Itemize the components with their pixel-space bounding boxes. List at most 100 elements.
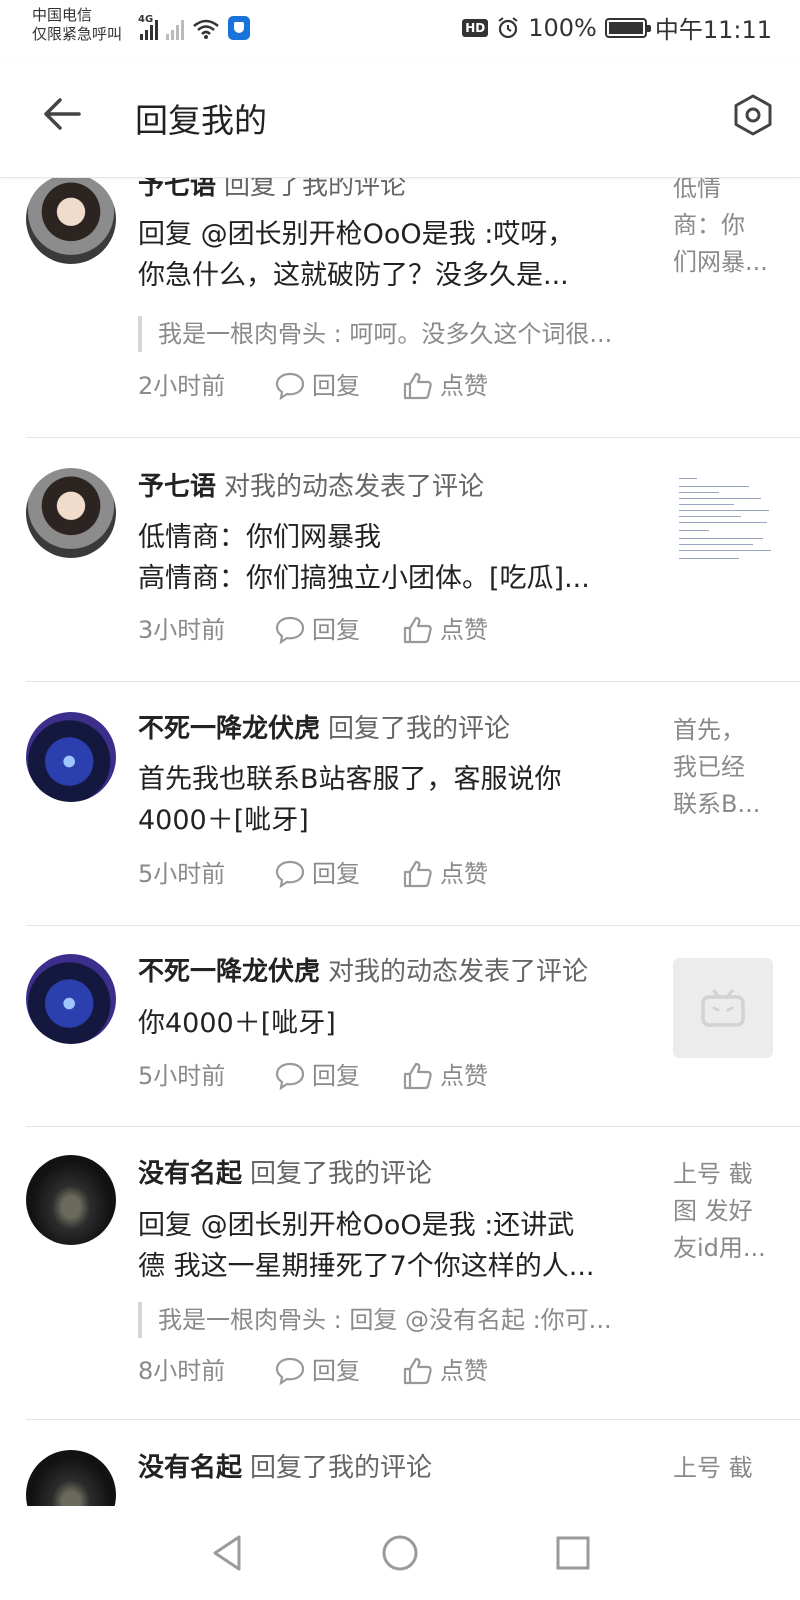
action-text: 对我的动态发表了评论 [328,957,589,987]
thumbs-up-icon [403,372,432,400]
comment-meta: 5小时前 回复 点赞 [138,856,488,892]
notification-header: 没有名起 回复了我的评论 [138,1156,432,1192]
username[interactable]: 不死一降龙伏虎 [138,714,320,744]
thumbs-up-icon [403,860,432,888]
avatar[interactable] [26,712,116,802]
alarm-icon [498,16,518,38]
notification-header: 予七语 回复了我的评论 [138,178,406,204]
security-shield-icon [228,16,250,40]
battery-icon [604,17,651,38]
emergency-only-label: 仅限紧急呼叫 [32,25,123,43]
page-title: 回复我的 [135,101,267,140]
quoted-comment: 我是一根肉骨头 : 呵呵。没多久这个词很... [138,316,656,352]
timestamp: 5小时前 [138,860,226,888]
action-text: 回复了我的评论 [250,1453,433,1483]
reply-button[interactable]: 回复 [274,368,360,404]
carrier-name: 中国电信 [32,6,93,24]
clock: 中午11:11 [654,16,772,44]
reply-button[interactable]: 回复 [274,1058,360,1094]
action-text: 回复了我的评论 [250,1159,433,1189]
like-button[interactable]: 点赞 [402,1353,488,1389]
reply-button[interactable]: 回复 [274,612,360,648]
comment-content[interactable]: 低情商：你们网暴我 高情商：你们搞独立小团体。[吃瓜]... [138,517,656,599]
thumbs-up-icon [403,1062,432,1090]
username[interactable]: 予七语 [138,472,216,502]
comment-content[interactable]: 首先我也联系B站客服了，客服说你 4000＋[呲牙] [138,759,656,841]
battery-percent: 100% [528,13,597,42]
comment-icon [275,372,305,401]
bilibili-tv-icon [701,989,745,1027]
wifi-icon [193,19,219,39]
network-type-label: 4G [138,14,154,25]
action-text: 回复了我的评论 [328,714,511,744]
nav-recents-button[interactable] [543,1523,603,1583]
reply-button[interactable]: 回复 [274,1353,360,1389]
action-text: 回复了我的评论 [224,178,407,201]
comment-meta: 5小时前 回复 点赞 [138,1058,488,1094]
like-button[interactable]: 点赞 [402,1058,488,1094]
like-button[interactable]: 点赞 [402,368,488,404]
notification-header: 没有名起 回复了我的评论 [138,1450,432,1486]
avatar[interactable] [26,178,116,264]
thumbs-up-icon [403,616,432,644]
settings-button[interactable] [728,90,778,140]
comment-icon [275,860,305,889]
notification-header: 予七语 对我的动态发表了评论 [138,469,484,505]
nav-back-button[interactable] [197,1523,257,1583]
like-button[interactable]: 点赞 [402,612,488,648]
username[interactable]: 没有名起 [138,1453,242,1483]
like-button[interactable]: 点赞 [402,856,488,892]
reply-list: 予七语 回复了我的评论 回复 @团长别开枪OoO是我 :哎呀， 你急什么，这就破防… [0,178,800,1506]
nav-recents-square-icon [556,1536,590,1570]
username[interactable]: 没有名起 [138,1159,242,1189]
post-thumbnail-placeholder[interactable] [673,958,773,1058]
comment-icon [275,1062,305,1091]
avatar[interactable] [26,1450,116,1506]
status-right: HD 100% 中午11:11 [462,10,772,45]
settings-hex-icon [734,94,772,136]
source-comment-preview[interactable]: 上号 截 图 发好 友id用... [673,1156,769,1267]
comment-content[interactable]: 回复 @团长别开枪OoO是我 :哎呀， 你急什么，这就破防了？没多久是... [138,214,656,296]
avatar[interactable] [26,468,116,558]
timestamp: 2小时前 [138,372,226,400]
thumbs-up-icon [403,1357,432,1385]
source-comment-preview[interactable]: 上号 截 [673,1450,769,1487]
carrier-info: 中国电信 仅限紧急呼叫 [32,6,122,44]
reply-button[interactable]: 回复 [274,856,360,892]
status-bar: 中国电信 仅限紧急呼叫 4G HD 100% 中午11:11 [0,0,800,52]
avatar[interactable] [26,1155,116,1245]
username[interactable]: 予七语 [138,178,216,201]
action-text: 对我的动态发表了评论 [224,472,485,502]
list-item[interactable]: 没有名起 回复了我的评论 回复 @团长别开枪OoO是我 :还讲武 德 我这一星期捶… [0,1127,800,1419]
no-signal-icon [166,18,184,40]
source-comment-preview[interactable]: 低情 商：你 们网暴... [673,178,769,281]
hd-badge: HD [462,18,489,37]
list-item[interactable]: 予七语 回复了我的评论 回复 @团长别开枪OoO是我 :哎呀， 你急什么，这就破防… [0,178,800,438]
notification-header: 不死一降龙伏虎 对我的动态发表了评论 [138,954,588,990]
system-navigation-bar [0,1506,800,1600]
quoted-comment: 我是一根肉骨头 : 回复 @没有名起 :你可... [138,1302,656,1338]
list-item[interactable]: 不死一降龙伏虎 回复了我的评论 首先我也联系B站客服了，客服说你 4000＋[呲牙… [0,682,800,925]
comment-meta: 8小时前 回复 点赞 [138,1353,488,1389]
comment-meta: 3小时前 回复 点赞 [138,612,488,648]
nav-back-triangle-icon [213,1535,241,1571]
cellular-signal-icon: 4G [138,14,158,40]
signal-icons: 4G [138,12,250,40]
post-screenshot-thumbnail[interactable] [673,468,773,568]
comment-icon [275,1357,305,1386]
timestamp: 8小时前 [138,1357,226,1385]
comment-icon [275,616,305,645]
list-item[interactable]: 予七语 对我的动态发表了评论 低情商：你们网暴我 高情商：你们搞独立小团体。[吃瓜… [0,438,800,681]
avatar[interactable] [26,954,116,1044]
list-item[interactable]: 没有名起 回复了我的评论 上号 截 [0,1420,800,1506]
nav-home-button[interactable] [370,1523,430,1583]
comment-content[interactable]: 你4000＋[呲牙] [138,1003,656,1044]
back-button[interactable] [38,90,86,138]
top-app-bar: 回复我的 [0,60,800,178]
comment-content[interactable]: 回复 @团长别开枪OoO是我 :还讲武 德 我这一星期捶死了7个你这样的人... [138,1205,656,1287]
timestamp: 5小时前 [138,1062,226,1090]
username[interactable]: 不死一降龙伏虎 [138,957,320,987]
list-item[interactable]: 不死一降龙伏虎 对我的动态发表了评论 你4000＋[呲牙] 5小时前 回复 点赞 [0,926,800,1126]
source-comment-preview[interactable]: 首先， 我已经 联系B... [673,712,769,823]
nav-home-circle-icon [382,1535,418,1571]
